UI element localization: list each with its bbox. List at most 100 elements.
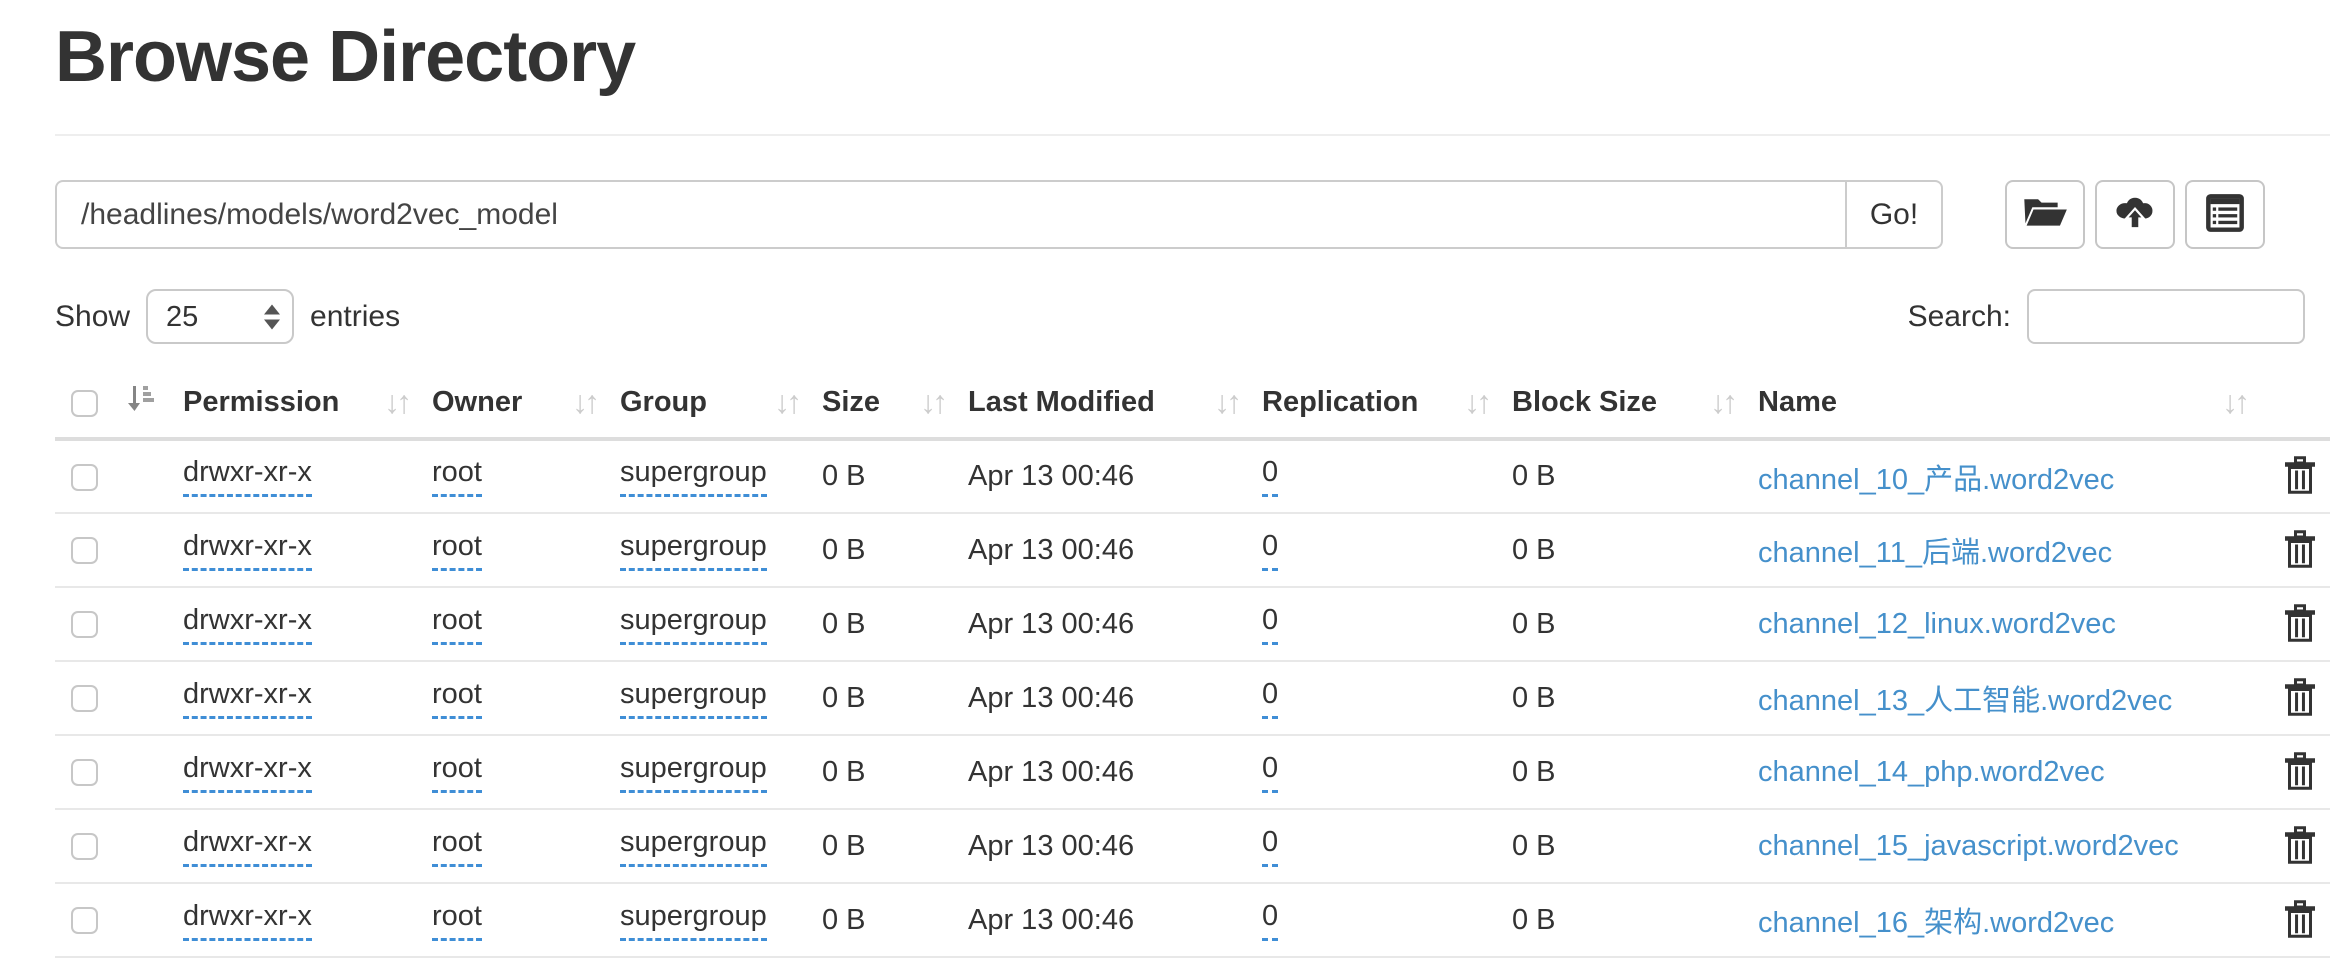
block-size-cell: 0 B [1496,513,1742,587]
group-value[interactable]: supergroup [620,752,767,793]
group-value[interactable]: supergroup [620,826,767,867]
file-link[interactable]: channel_10_产品.word2vec [1758,464,2114,496]
replication-value[interactable]: 0 [1262,752,1278,793]
name-cell: channel_11_后端.word2vec [1742,513,2254,587]
file-link[interactable]: channel_11_后端.word2vec [1758,537,2112,569]
group-cell: supergroup [604,809,806,883]
trash-icon[interactable] [2282,676,2318,721]
size-cell: 0 B [806,513,952,587]
permission-value[interactable]: drwxr-xr-x [183,752,312,793]
file-link[interactable]: channel_16_架构.word2vec [1758,907,2114,939]
replication-value[interactable]: 0 [1262,604,1278,645]
column-label: Last Modified [968,386,1155,418]
row-checkbox[interactable] [71,537,98,564]
search-box: Search: [1908,289,2330,344]
permission-value[interactable]: drwxr-xr-x [183,530,312,571]
column-header-permission[interactable]: Permission ↓↑ [167,374,416,439]
column-header-name[interactable]: Name ↓↑ [1742,374,2254,439]
column-label: Permission [183,386,339,418]
column-header-replication[interactable]: Replication ↓↑ [1246,374,1496,439]
column-header-size[interactable]: Size ↓↑ [806,374,952,439]
column-header-group[interactable]: Group ↓↑ [604,374,806,439]
replication-value[interactable]: 0 [1262,678,1278,719]
size-cell: 0 B [806,883,952,957]
upload-file-button[interactable] [2095,180,2175,249]
row-spacer-cell [111,661,167,735]
row-spacer-cell [111,883,167,957]
actions-cell [2254,587,2330,661]
owner-value[interactable]: root [432,900,482,941]
owner-value[interactable]: root [432,752,482,793]
row-checkbox[interactable] [71,907,98,934]
permission-value[interactable]: drwxr-xr-x [183,826,312,867]
group-cell: supergroup [604,883,806,957]
block-size-cell: 0 B [1496,587,1742,661]
replication-value[interactable]: 0 [1262,826,1278,867]
column-header-last-modified[interactable]: Last Modified ↓↑ [952,374,1246,439]
trash-icon[interactable] [2282,528,2318,573]
column-header-block-size[interactable]: Block Size ↓↑ [1496,374,1742,439]
block-size-cell: 0 B [1496,735,1742,809]
group-value[interactable]: supergroup [620,456,767,497]
trash-icon[interactable] [2282,750,2318,795]
row-spacer-cell [111,809,167,883]
file-link[interactable]: channel_12_linux.word2vec [1758,608,2116,640]
sort-arrows-icon: ↓↑ [774,384,798,421]
owner-value[interactable]: root [432,604,482,645]
file-link[interactable]: channel_13_人工智能.word2vec [1758,685,2172,717]
block-size-cell: 0 B [1496,809,1742,883]
file-link[interactable]: channel_14_php.word2vec [1758,756,2105,788]
table-row: drwxr-xr-xrootsupergroup0 BApr 13 00:460… [55,809,2330,883]
trash-icon[interactable] [2282,898,2318,943]
trash-icon[interactable] [2282,824,2318,869]
owner-value[interactable]: root [432,678,482,719]
row-checkbox[interactable] [71,611,98,638]
search-input[interactable] [2027,289,2305,344]
group-value[interactable]: supergroup [620,604,767,645]
table-row: drwxr-xr-x root supergroup 0 BApr 13 00:46 0… [55,883,2330,957]
replication-cell: 0 [1246,883,1496,957]
owner-value[interactable]: root [432,530,482,571]
replication-cell: 0 [1246,809,1496,883]
replication-value[interactable]: 0 [1262,456,1278,497]
row-checkbox[interactable] [71,685,98,712]
path-toolbar: Go! [55,180,2330,249]
permission-value[interactable]: drwxr-xr-x [183,604,312,645]
permission-value[interactable]: drwxr-xr-x [183,456,312,497]
browse-directory-page: Browse Directory Go! [0,0,2330,958]
permission-cell: drwxr-xr-x [167,809,416,883]
owner-value[interactable]: root [432,826,482,867]
page-size-select[interactable]: 25 [146,289,294,344]
summary-list-button[interactable] [2185,180,2265,249]
last-modified-cell: Apr 13 00:46 [952,883,1246,957]
sort-order-header[interactable] [111,374,167,439]
permission-value[interactable]: drwxr-xr-x [183,678,312,719]
select-all-checkbox[interactable] [71,390,98,417]
column-label: Size [822,386,880,418]
row-select-cell [55,661,111,735]
group-value[interactable]: supergroup [620,900,767,941]
sort-arrows-icon: ↓↑ [2222,384,2246,421]
replication-value[interactable]: 0 [1262,900,1278,941]
title-divider [55,134,2330,136]
group-value[interactable]: supergroup [620,530,767,571]
row-checkbox[interactable] [71,833,98,860]
cloud-upload-icon [2111,194,2159,235]
file-link[interactable]: channel_15_javascript.word2vec [1758,830,2179,862]
column-header-owner[interactable]: Owner ↓↑ [416,374,604,439]
last-modified-cell: Apr 13 00:46 [952,513,1246,587]
directory-path-input[interactable] [55,180,1847,249]
row-checkbox[interactable] [71,464,98,491]
group-value[interactable]: supergroup [620,678,767,719]
go-button[interactable]: Go! [1845,180,1943,249]
replication-value[interactable]: 0 [1262,530,1278,571]
row-spacer-cell [111,513,167,587]
trash-icon[interactable] [2282,454,2318,499]
create-directory-button[interactable] [2005,180,2085,249]
permission-value[interactable]: drwxr-xr-x [183,900,312,941]
row-checkbox[interactable] [71,759,98,786]
file-table: Permission ↓↑ Owner ↓↑ Group ↓↑ Size ↓↑ … [55,374,2330,958]
owner-value[interactable]: root [432,456,482,497]
size-cell: 0 B [806,735,952,809]
trash-icon[interactable] [2282,602,2318,647]
